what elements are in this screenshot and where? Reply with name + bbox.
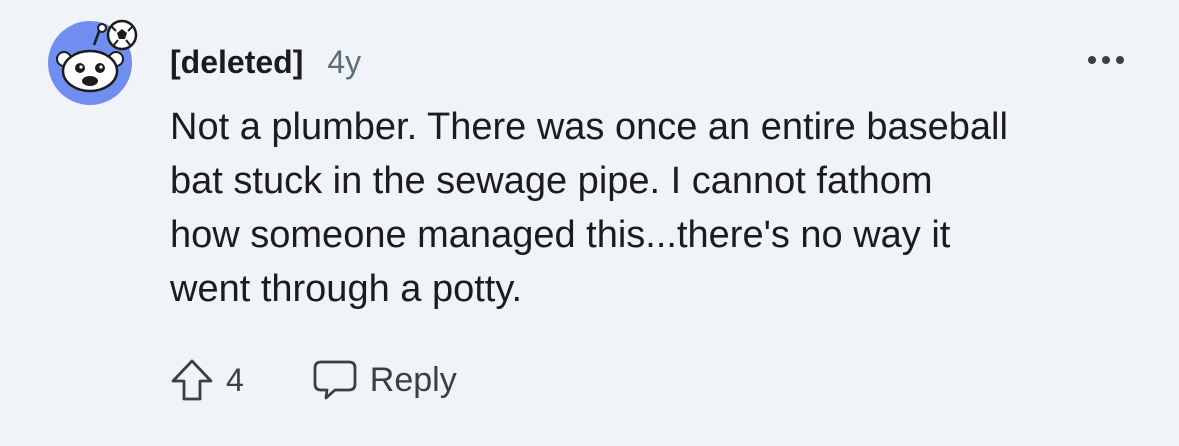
reply-button[interactable]: Reply (312, 359, 457, 401)
reddit-snoo-avatar-icon (48, 19, 138, 105)
vote-count: 4 (226, 361, 244, 398)
vote-group: 4 (166, 354, 244, 406)
comment: [deleted] 4y Not a plumber. There was on… (0, 0, 1179, 446)
comment-meta: [deleted] 4y (170, 40, 361, 84)
avatar[interactable] (48, 15, 140, 107)
upvote-arrow-icon (171, 359, 213, 401)
upvote-button[interactable] (166, 354, 218, 406)
comment-bubble-icon (313, 360, 357, 400)
more-options-button[interactable] (1082, 44, 1130, 76)
reply-label: Reply (369, 360, 457, 399)
comment-body: Not a plumber. There was once an entire … (170, 106, 1008, 310)
comment-actions: 4 Reply (166, 352, 457, 408)
username[interactable]: [deleted] (170, 44, 303, 81)
more-options-icon (1088, 56, 1124, 64)
timestamp: 4y (327, 43, 362, 80)
